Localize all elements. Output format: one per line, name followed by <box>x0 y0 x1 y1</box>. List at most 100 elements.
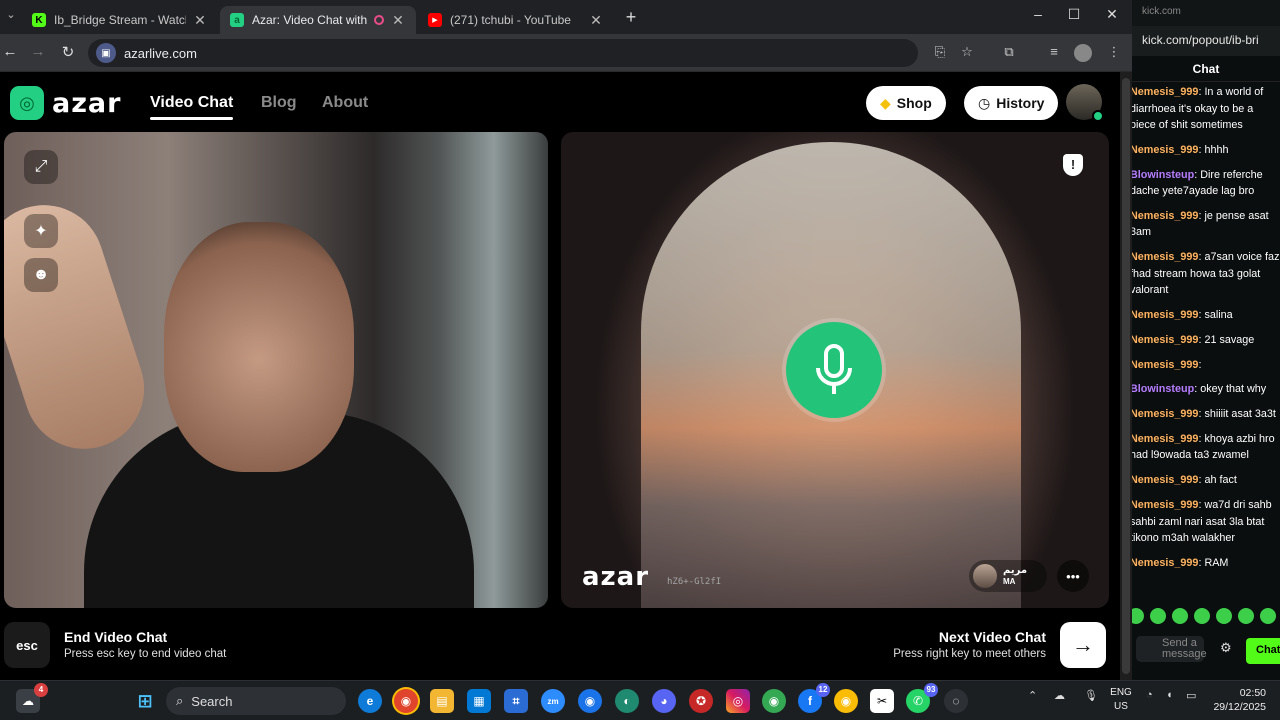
profile-avatar-icon[interactable] <box>1074 44 1092 62</box>
close-tab-icon[interactable]: ✕ <box>588 12 604 29</box>
windows-taskbar: ☁ 4 ⊞ ⌕ Search e ◉ ▤ ▦ ⌗ zm ◉ ◐ ◕ ✪ ◎ ◉ f… <box>0 680 1280 720</box>
nav-blog[interactable]: Blog <box>261 94 297 112</box>
edge-icon[interactable]: e <box>358 689 382 713</box>
maximize-icon[interactable]: ☐ <box>1056 6 1092 23</box>
system-clock[interactable]: 02:50 29/12/2025 <box>1206 686 1266 714</box>
minimize-icon[interactable]: – <box>1020 6 1056 22</box>
whatsapp-icon[interactable]: ✆ 93 <box>906 683 938 713</box>
extensions-puzzle-icon[interactable]: ⧉ <box>999 44 1019 60</box>
azar-page: ◎ azar Video Chat Blog About ◆ Shop ◷ Hi… <box>0 72 1132 680</box>
windows-start-icon[interactable]: ⊞ <box>133 689 157 713</box>
emote-bar[interactable] <box>1132 608 1280 628</box>
media-queue-icon[interactable]: ≡ <box>1044 44 1064 59</box>
chrome-canary-icon[interactable]: ◉ <box>834 689 858 713</box>
tab-search-chevron-icon[interactable]: ⌄ <box>2 8 20 21</box>
popout-window-title: kick.com <box>1132 0 1280 26</box>
store-icon[interactable]: ▦ <box>467 689 491 713</box>
chat-username[interactable]: Nemesis_999 <box>1132 309 1198 321</box>
chat-message-input[interactable]: Send a message <box>1136 636 1207 662</box>
self-video: ⤢ ✦ ☻ <box>4 132 548 608</box>
chat-username[interactable]: Blowinsteup <box>1132 383 1194 395</box>
site-info-icon[interactable]: ▣ <box>96 43 116 63</box>
file-explorer-icon[interactable]: ▤ <box>430 689 454 713</box>
tab-azar[interactable]: a Azar: Video Chat with New ✕ <box>220 6 416 34</box>
tray-chevron-icon[interactable]: ⌃ <box>1028 689 1037 702</box>
chrome-profile-icon[interactable]: ◉ <box>578 689 602 713</box>
chat-message: Nemesis_999: hhhh <box>1132 142 1280 159</box>
instagram-icon[interactable]: ◎ <box>726 689 750 713</box>
chat-send-button[interactable]: Chat <box>1246 638 1280 664</box>
chat-username[interactable]: Nemesis_999 <box>1132 557 1198 569</box>
chat-username[interactable]: Nemesis_999 <box>1132 408 1198 420</box>
address-bar[interactable]: ▣ azarlive.com <box>88 39 918 67</box>
battery-icon[interactable]: ▭ <box>1186 689 1196 702</box>
wifi-icon[interactable]: ◔ <box>1146 689 1153 701</box>
capcut-icon[interactable]: ✂ <box>870 689 894 713</box>
nav-video-chat[interactable]: Video Chat <box>150 94 234 120</box>
effects-sparkle-icon[interactable]: ✦ <box>24 214 58 248</box>
expand-icon[interactable]: ⤢ <box>24 150 58 184</box>
chat-username[interactable]: Blowinsteup <box>1132 169 1194 181</box>
bookmark-star-icon[interactable]: ☆ <box>957 44 977 60</box>
chat-username[interactable]: Nemesis_999 <box>1132 433 1198 445</box>
chat-username[interactable]: Nemesis_999 <box>1132 86 1198 98</box>
chat-message: Blowinsteup: Dire referche dache yete7ay… <box>1132 167 1280 200</box>
chat-username[interactable]: Nemesis_999 <box>1132 474 1198 486</box>
esc-key-button[interactable]: esc <box>4 622 50 668</box>
volume-icon[interactable]: ◖ <box>1166 689 1173 701</box>
azar-logo[interactable]: ◎ azar <box>10 86 121 120</box>
partner-info-badge[interactable]: مريم MA <box>969 560 1047 592</box>
recording-indicator-icon <box>374 15 384 25</box>
cast-install-icon[interactable]: ⎘ <box>930 44 950 60</box>
tab-title: Azar: Video Chat with New <box>252 13 370 27</box>
chat-text: okey that why <box>1200 383 1267 396</box>
page-scrollbar[interactable] <box>1120 72 1132 680</box>
chat-username[interactable]: Nemesis_999 <box>1132 144 1198 156</box>
tab-kick-stream[interactable]: K Ib_Bridge Stream - Watch Live o ✕ <box>22 6 218 34</box>
new-tab-plus-icon[interactable]: + <box>621 7 641 28</box>
chat-username[interactable]: Nemesis_999 <box>1132 251 1198 263</box>
zoom-icon[interactable]: zm <box>541 689 565 713</box>
chat-message: Nemesis_999: RAM <box>1132 555 1280 572</box>
shop-button[interactable]: ◆ Shop <box>866 86 946 120</box>
chrome-icon[interactable]: ◉ <box>394 689 418 713</box>
chat-username[interactable]: Nemesis_999 <box>1132 210 1198 222</box>
tab-title: (271) tchubi - YouTube <box>450 13 571 27</box>
tab-youtube[interactable]: ▶ (271) tchubi - YouTube ✕ <box>418 6 614 34</box>
forward-arrow-icon[interactable]: → <box>28 43 48 60</box>
next-video-chat-hint: Press right key to meet others <box>893 648 1046 660</box>
whatsapp-badge: 93 <box>924 683 938 697</box>
app-record-icon[interactable]: ◌ <box>944 689 968 713</box>
close-tab-icon[interactable]: ✕ <box>192 12 208 29</box>
next-arrow-button[interactable]: → <box>1060 622 1106 668</box>
chat-bubble-icon[interactable]: ••• <box>1057 560 1089 592</box>
kick-favicon-icon: K <box>32 13 46 27</box>
chat-username[interactable]: Nemesis_999 <box>1132 499 1198 511</box>
report-shield-icon[interactable]: ! <box>1063 154 1083 176</box>
facebook-icon[interactable]: f 12 <box>798 683 830 713</box>
riot-icon[interactable]: ✪ <box>689 689 713 713</box>
microphone-tray-icon[interactable]: 🎙 <box>1084 689 1098 702</box>
reload-icon[interactable]: ↻ <box>58 43 78 61</box>
chat-settings-gear-icon[interactable]: ⚙ <box>1220 640 1232 656</box>
back-arrow-icon[interactable]: ← <box>0 43 20 60</box>
chat-username[interactable]: Nemesis_999 <box>1132 359 1198 371</box>
language-indicator[interactable]: ENG US <box>1110 686 1132 714</box>
app-circle-icon[interactable]: ◐ <box>615 689 639 713</box>
history-button[interactable]: ◷ History <box>964 86 1059 120</box>
app-icon[interactable]: ⌗ <box>504 689 528 713</box>
widgets-icon[interactable]: ☁ 4 <box>16 683 48 713</box>
chat-username[interactable]: Nemesis_999 <box>1132 334 1198 346</box>
discord-icon[interactable]: ◕ <box>652 689 676 713</box>
close-window-icon[interactable]: ✕ <box>1094 6 1130 23</box>
onedrive-icon[interactable]: ☁ <box>1054 689 1065 702</box>
nav-about[interactable]: About <box>322 94 368 112</box>
chrome-alt-icon[interactable]: ◉ <box>762 689 786 713</box>
chat-message: Nemesis_999: In a world of diarrhoea it'… <box>1132 84 1280 134</box>
user-avatar[interactable] <box>1066 84 1104 122</box>
kebab-menu-icon[interactable]: ⋮ <box>1104 44 1124 60</box>
sticker-face-icon[interactable]: ☻ <box>24 258 58 292</box>
close-tab-icon[interactable]: ✕ <box>390 12 406 29</box>
taskbar-search[interactable]: ⌕ Search <box>166 687 346 715</box>
chat-message: Blowinsteup: okey that why <box>1132 381 1280 398</box>
